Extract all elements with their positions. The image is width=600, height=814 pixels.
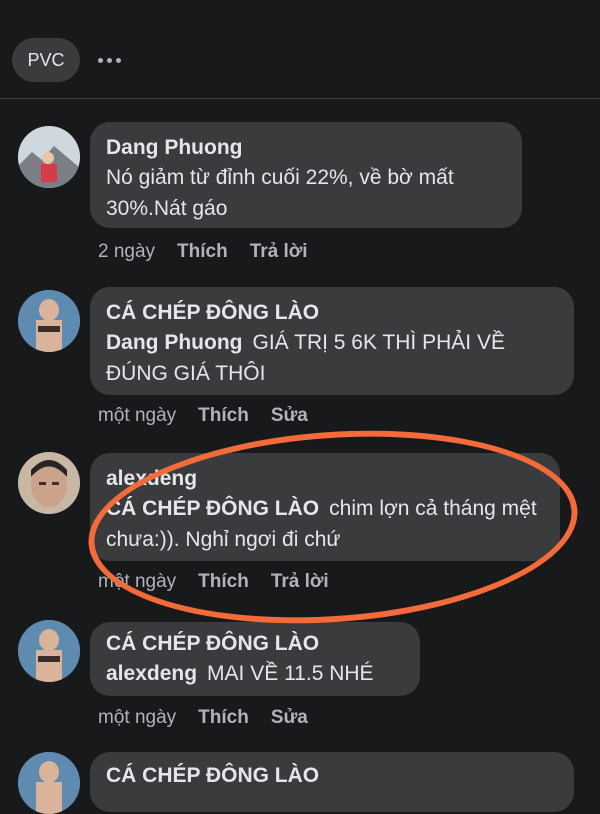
comment-bubble: Dang Phuong Nó giảm từ đỉnh cuối 22%, về… [90,122,522,228]
avatar[interactable] [18,126,80,188]
comment-bubble: CÁ CHÉP ĐÔNG LÀO alexdeng MAI VỀ 11.5 NHÉ [90,622,420,696]
filter-bar: PVC [12,38,121,82]
comment-actions: một ngày Thích Sửa [98,707,308,729]
comment-actions: một ngày Thích Sửa [98,405,308,427]
reply-button[interactable]: Trả lời [271,571,329,593]
comment-author[interactable]: alexdeng [106,465,544,493]
comment-author[interactable]: CÁ CHÉP ĐÔNG LÀO [106,762,558,790]
avatar[interactable] [18,452,80,514]
comment-author[interactable]: Dang Phuong [106,134,506,162]
avatar[interactable] [18,290,80,352]
comment-text: Nó giảm từ đỉnh cuối 22%, về bờ mất 30%.… [106,166,454,220]
comment-body: MAI VỀ 11.5 NHÉ [207,662,374,685]
like-button[interactable]: Thích [198,707,249,729]
avatar[interactable] [18,620,80,682]
comment-actions: 2 ngày Thích Trả lời [98,241,308,263]
comment-time[interactable]: 2 ngày [98,241,155,263]
comment-time[interactable]: một ngày [98,707,176,729]
comment-actions: một ngày Thích Trả lời [98,571,329,593]
more-horizontal-icon[interactable] [98,57,121,63]
comment-author[interactable]: CÁ CHÉP ĐÔNG LÀO [106,299,558,327]
comment-time[interactable]: một ngày [98,405,176,427]
divider [0,98,600,99]
comment-bubble: CÁ CHÉP ĐÔNG LÀO Dang Phuong GIÁ TRỊ 5 6K… [90,287,574,395]
comment-author[interactable]: CÁ CHÉP ĐÔNG LÀO [106,630,404,658]
edit-button[interactable]: Sửa [271,405,308,427]
avatar[interactable] [18,752,80,814]
comment-bubble: CÁ CHÉP ĐÔNG LÀO [90,752,574,812]
like-button[interactable]: Thích [198,571,249,593]
mention-link[interactable]: Dang Phuong [106,331,242,354]
comment-time[interactable]: một ngày [98,571,176,593]
reply-button[interactable]: Trả lời [250,241,308,263]
comment-text: Dang Phuong GIÁ TRỊ 5 6K THÌ PHẢI VỀ ĐÚNG… [106,327,558,389]
scrolled-off-text [30,0,470,6]
like-button[interactable]: Thích [177,241,228,263]
comment-text: CÁ CHÉP ĐÔNG LÀO chim lợn cả tháng mệt ch… [106,493,544,555]
mention-link[interactable]: CÁ CHÉP ĐÔNG LÀO [106,497,319,520]
comment-bubble: alexdeng CÁ CHÉP ĐÔNG LÀO chim lợn cả thá… [90,453,560,561]
filter-chip-pvc[interactable]: PVC [12,38,80,82]
like-button[interactable]: Thích [198,405,249,427]
mention-link[interactable]: alexdeng [106,662,197,685]
comment-text: alexdeng MAI VỀ 11.5 NHÉ [106,658,404,689]
edit-button[interactable]: Sửa [271,707,308,729]
